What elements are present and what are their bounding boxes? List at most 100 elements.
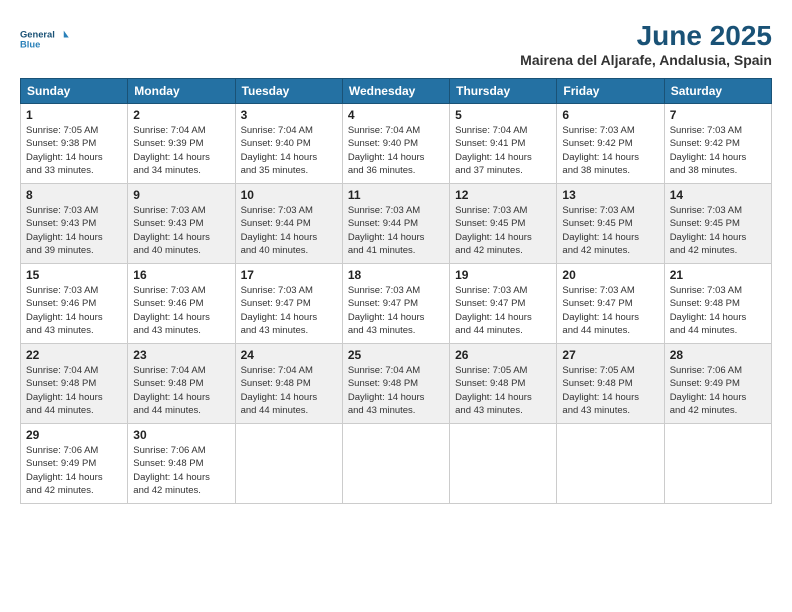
day-info: Sunrise: 7:05 AM Sunset: 9:48 PM Dayligh… — [562, 364, 658, 417]
day-info: Sunrise: 7:03 AM Sunset: 9:45 PM Dayligh… — [670, 204, 766, 257]
day-number: 25 — [348, 348, 444, 362]
day-info: Sunrise: 7:03 AM Sunset: 9:45 PM Dayligh… — [455, 204, 551, 257]
header: General Blue June 2025 Mairena del Aljar… — [20, 20, 772, 68]
day-number: 6 — [562, 108, 658, 122]
day-info: Sunrise: 7:03 AM Sunset: 9:48 PM Dayligh… — [670, 284, 766, 337]
day-cell-23: 23 Sunrise: 7:04 AM Sunset: 9:48 PM Dayl… — [128, 344, 235, 424]
main-title: June 2025 — [520, 20, 772, 52]
day-cell-9: 9 Sunrise: 7:03 AM Sunset: 9:43 PM Dayli… — [128, 184, 235, 264]
day-info: Sunrise: 7:04 AM Sunset: 9:40 PM Dayligh… — [241, 124, 337, 177]
day-number: 20 — [562, 268, 658, 282]
day-number: 17 — [241, 268, 337, 282]
day-cell-6: 6 Sunrise: 7:03 AM Sunset: 9:42 PM Dayli… — [557, 104, 664, 184]
day-cell-7: 7 Sunrise: 7:03 AM Sunset: 9:42 PM Dayli… — [664, 104, 771, 184]
day-number: 13 — [562, 188, 658, 202]
day-number: 14 — [670, 188, 766, 202]
week-row-2: 8 Sunrise: 7:03 AM Sunset: 9:43 PM Dayli… — [21, 184, 772, 264]
day-info: Sunrise: 7:03 AM Sunset: 9:47 PM Dayligh… — [455, 284, 551, 337]
day-info: Sunrise: 7:04 AM Sunset: 9:48 PM Dayligh… — [133, 364, 229, 417]
day-info: Sunrise: 7:04 AM Sunset: 9:39 PM Dayligh… — [133, 124, 229, 177]
empty-cell — [557, 424, 664, 504]
day-info: Sunrise: 7:03 AM Sunset: 9:44 PM Dayligh… — [348, 204, 444, 257]
empty-cell — [450, 424, 557, 504]
day-cell-20: 20 Sunrise: 7:03 AM Sunset: 9:47 PM Dayl… — [557, 264, 664, 344]
header-thursday: Thursday — [450, 79, 557, 104]
day-number: 3 — [241, 108, 337, 122]
day-number: 23 — [133, 348, 229, 362]
day-info: Sunrise: 7:06 AM Sunset: 9:49 PM Dayligh… — [26, 444, 122, 497]
week-row-3: 15 Sunrise: 7:03 AM Sunset: 9:46 PM Dayl… — [21, 264, 772, 344]
day-cell-12: 12 Sunrise: 7:03 AM Sunset: 9:45 PM Dayl… — [450, 184, 557, 264]
day-number: 22 — [26, 348, 122, 362]
logo: General Blue — [20, 20, 70, 60]
day-number: 1 — [26, 108, 122, 122]
day-number: 19 — [455, 268, 551, 282]
day-number: 16 — [133, 268, 229, 282]
day-cell-10: 10 Sunrise: 7:03 AM Sunset: 9:44 PM Dayl… — [235, 184, 342, 264]
logo-svg: General Blue — [20, 20, 70, 60]
day-number: 12 — [455, 188, 551, 202]
day-cell-24: 24 Sunrise: 7:04 AM Sunset: 9:48 PM Dayl… — [235, 344, 342, 424]
day-info: Sunrise: 7:04 AM Sunset: 9:48 PM Dayligh… — [348, 364, 444, 417]
day-cell-22: 22 Sunrise: 7:04 AM Sunset: 9:48 PM Dayl… — [21, 344, 128, 424]
day-number: 4 — [348, 108, 444, 122]
week-row-5: 29 Sunrise: 7:06 AM Sunset: 9:49 PM Dayl… — [21, 424, 772, 504]
day-cell-19: 19 Sunrise: 7:03 AM Sunset: 9:47 PM Dayl… — [450, 264, 557, 344]
header-tuesday: Tuesday — [235, 79, 342, 104]
day-number: 7 — [670, 108, 766, 122]
header-friday: Friday — [557, 79, 664, 104]
calendar-header-row: Sunday Monday Tuesday Wednesday Thursday… — [21, 79, 772, 104]
day-cell-21: 21 Sunrise: 7:03 AM Sunset: 9:48 PM Dayl… — [664, 264, 771, 344]
day-number: 29 — [26, 428, 122, 442]
day-info: Sunrise: 7:06 AM Sunset: 9:49 PM Dayligh… — [670, 364, 766, 417]
calendar-table: Sunday Monday Tuesday Wednesday Thursday… — [20, 78, 772, 504]
day-info: Sunrise: 7:03 AM Sunset: 9:43 PM Dayligh… — [26, 204, 122, 257]
header-monday: Monday — [128, 79, 235, 104]
day-number: 8 — [26, 188, 122, 202]
svg-text:Blue: Blue — [20, 40, 40, 50]
day-number: 2 — [133, 108, 229, 122]
day-cell-16: 16 Sunrise: 7:03 AM Sunset: 9:46 PM Dayl… — [128, 264, 235, 344]
day-cell-4: 4 Sunrise: 7:04 AM Sunset: 9:40 PM Dayli… — [342, 104, 449, 184]
day-info: Sunrise: 7:04 AM Sunset: 9:48 PM Dayligh… — [26, 364, 122, 417]
day-info: Sunrise: 7:03 AM Sunset: 9:45 PM Dayligh… — [562, 204, 658, 257]
day-cell-8: 8 Sunrise: 7:03 AM Sunset: 9:43 PM Dayli… — [21, 184, 128, 264]
day-info: Sunrise: 7:03 AM Sunset: 9:44 PM Dayligh… — [241, 204, 337, 257]
day-cell-18: 18 Sunrise: 7:03 AM Sunset: 9:47 PM Dayl… — [342, 264, 449, 344]
day-cell-5: 5 Sunrise: 7:04 AM Sunset: 9:41 PM Dayli… — [450, 104, 557, 184]
day-cell-17: 17 Sunrise: 7:03 AM Sunset: 9:47 PM Dayl… — [235, 264, 342, 344]
day-number: 24 — [241, 348, 337, 362]
day-number: 26 — [455, 348, 551, 362]
day-info: Sunrise: 7:04 AM Sunset: 9:41 PM Dayligh… — [455, 124, 551, 177]
day-cell-3: 3 Sunrise: 7:04 AM Sunset: 9:40 PM Dayli… — [235, 104, 342, 184]
day-cell-28: 28 Sunrise: 7:06 AM Sunset: 9:49 PM Dayl… — [664, 344, 771, 424]
day-info: Sunrise: 7:03 AM Sunset: 9:42 PM Dayligh… — [562, 124, 658, 177]
header-sunday: Sunday — [21, 79, 128, 104]
header-saturday: Saturday — [664, 79, 771, 104]
day-number: 9 — [133, 188, 229, 202]
day-cell-27: 27 Sunrise: 7:05 AM Sunset: 9:48 PM Dayl… — [557, 344, 664, 424]
day-cell-29: 29 Sunrise: 7:06 AM Sunset: 9:49 PM Dayl… — [21, 424, 128, 504]
day-number: 5 — [455, 108, 551, 122]
empty-cell — [342, 424, 449, 504]
day-info: Sunrise: 7:03 AM Sunset: 9:47 PM Dayligh… — [241, 284, 337, 337]
day-info: Sunrise: 7:03 AM Sunset: 9:43 PM Dayligh… — [133, 204, 229, 257]
subtitle: Mairena del Aljarafe, Andalusia, Spain — [520, 52, 772, 68]
day-number: 18 — [348, 268, 444, 282]
day-number: 15 — [26, 268, 122, 282]
title-area: June 2025 Mairena del Aljarafe, Andalusi… — [520, 20, 772, 68]
day-info: Sunrise: 7:04 AM Sunset: 9:40 PM Dayligh… — [348, 124, 444, 177]
day-cell-11: 11 Sunrise: 7:03 AM Sunset: 9:44 PM Dayl… — [342, 184, 449, 264]
day-info: Sunrise: 7:03 AM Sunset: 9:47 PM Dayligh… — [562, 284, 658, 337]
day-cell-15: 15 Sunrise: 7:03 AM Sunset: 9:46 PM Dayl… — [21, 264, 128, 344]
empty-cell — [235, 424, 342, 504]
day-info: Sunrise: 7:03 AM Sunset: 9:46 PM Dayligh… — [26, 284, 122, 337]
day-info: Sunrise: 7:03 AM Sunset: 9:47 PM Dayligh… — [348, 284, 444, 337]
week-row-1: 1 Sunrise: 7:05 AM Sunset: 9:38 PM Dayli… — [21, 104, 772, 184]
day-info: Sunrise: 7:03 AM Sunset: 9:46 PM Dayligh… — [133, 284, 229, 337]
day-number: 11 — [348, 188, 444, 202]
day-info: Sunrise: 7:05 AM Sunset: 9:48 PM Dayligh… — [455, 364, 551, 417]
day-info: Sunrise: 7:03 AM Sunset: 9:42 PM Dayligh… — [670, 124, 766, 177]
empty-cell — [664, 424, 771, 504]
day-cell-30: 30 Sunrise: 7:06 AM Sunset: 9:48 PM Dayl… — [128, 424, 235, 504]
